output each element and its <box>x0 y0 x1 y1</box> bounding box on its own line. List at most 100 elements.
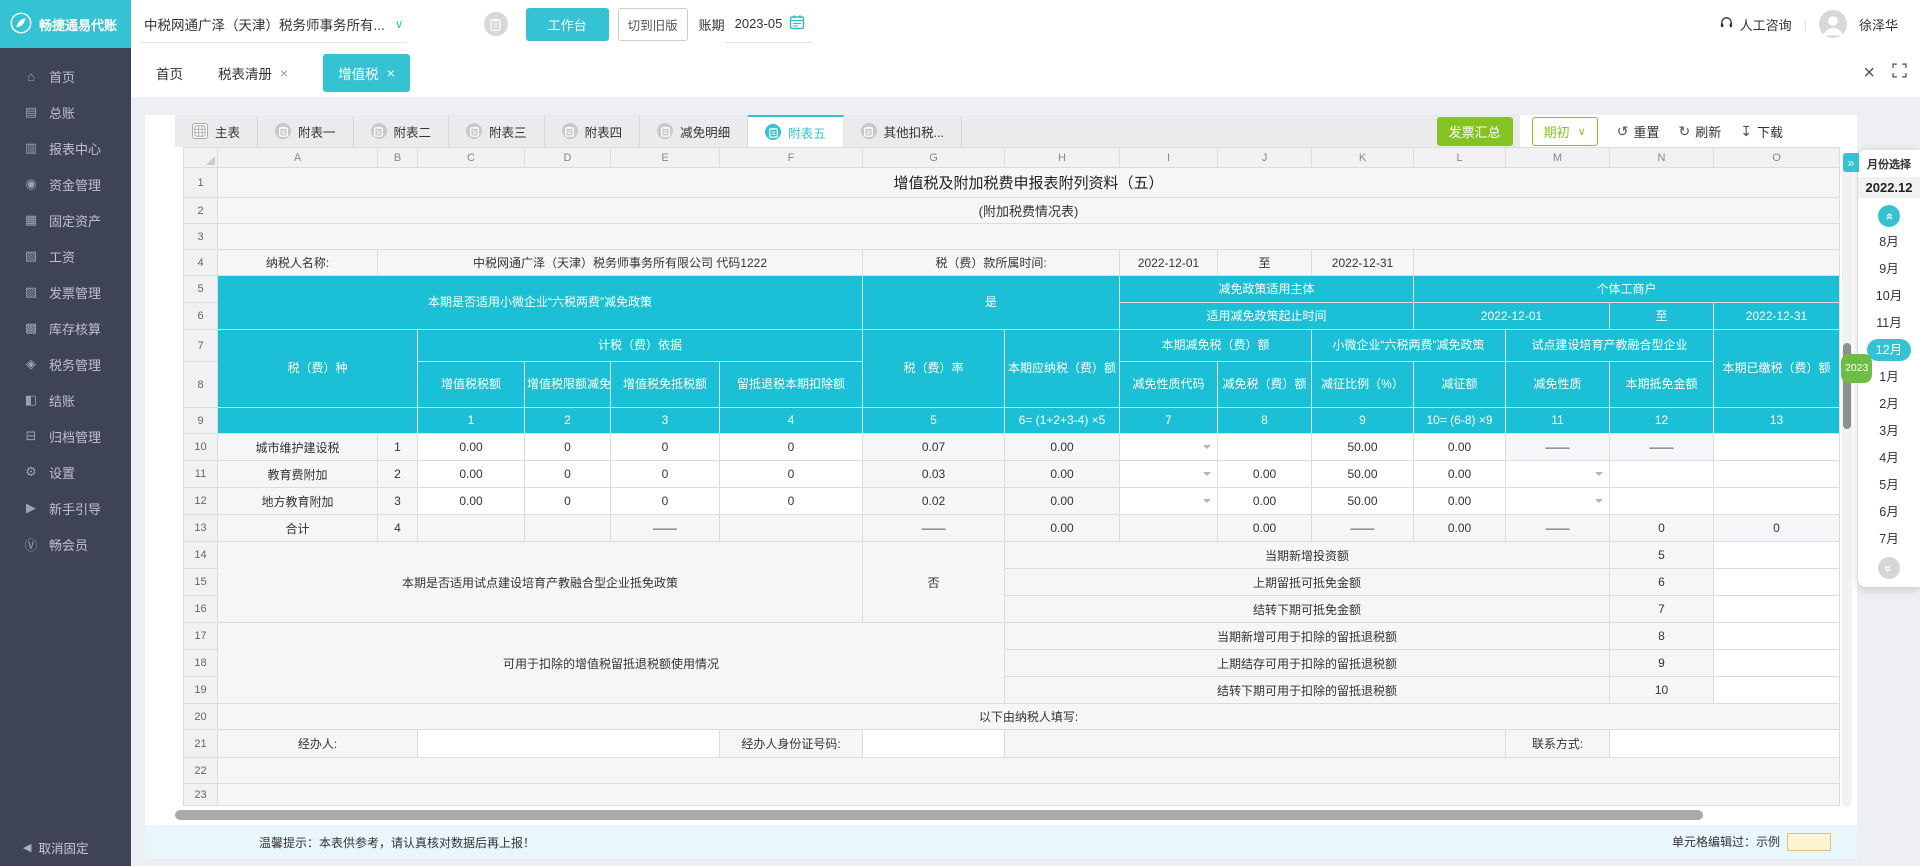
clipboard-button[interactable] <box>483 12 508 36</box>
cell[interactable]: 当期新增投资额 <box>1004 541 1610 569</box>
cell[interactable]: 0 <box>610 460 720 488</box>
cell[interactable]: 9 <box>1609 649 1714 677</box>
cell[interactable]: 0 <box>524 433 611 461</box>
cell[interactable] <box>1004 729 1506 758</box>
scroll-down-button[interactable]: » <box>1878 557 1900 579</box>
cell[interactable]: 0 <box>1713 514 1840 542</box>
column-header-O[interactable]: O <box>1713 147 1840 168</box>
reset-button[interactable]: ↺ 重置 <box>1617 122 1660 141</box>
avatar[interactable] <box>1818 10 1847 38</box>
sidebar-item-closing[interactable]: ◧ 结账 <box>0 382 131 418</box>
invoice-summary-button[interactable]: 发票汇总 <box>1436 116 1513 146</box>
cell[interactable] <box>217 757 1840 784</box>
month-item-10月[interactable]: 10月 <box>1858 283 1920 310</box>
cell[interactable]: 0 <box>524 460 611 488</box>
cell[interactable]: 0 <box>1609 514 1714 542</box>
cell[interactable]: 本期是否适用试点建设培育产教融合型企业抵免政策 <box>217 541 863 623</box>
column-header-I[interactable]: I <box>1119 147 1218 168</box>
cell[interactable] <box>1713 487 1840 515</box>
row-header-18[interactable]: 18 <box>183 649 218 677</box>
cell[interactable]: 经办人身份证号码: <box>719 729 863 758</box>
sidebar-item-guide[interactable]: ▶ 新手引导 <box>0 490 131 526</box>
month-item-7月[interactable]: 7月 <box>1858 526 1920 553</box>
panel-collapse-icon[interactable]: » <box>1843 153 1859 172</box>
cell[interactable] <box>1713 460 1840 488</box>
cell[interactable]: 0.00 <box>417 460 525 488</box>
switch-old-version-button[interactable]: 切到旧版 <box>617 7 688 41</box>
row-header-11[interactable]: 11 <box>183 460 218 488</box>
cell[interactable] <box>1119 514 1218 542</box>
column-header-M[interactable]: M <box>1505 147 1610 168</box>
cell[interactable]: 0 <box>719 460 863 488</box>
cell[interactable]: 0.00 <box>417 433 525 461</box>
cell[interactable]: —— <box>610 514 720 542</box>
sidebar-item-home[interactable]: ⌂ 首页 <box>0 58 131 94</box>
cell[interactable]: 3 <box>377 487 418 515</box>
sidebar-item-invoice[interactable]: ▨ 发票管理 <box>0 274 131 310</box>
row-header-8[interactable]: 8 <box>183 361 218 408</box>
cell[interactable]: 当期新增可用于扣除的留抵退税额 <box>1004 622 1610 650</box>
cell[interactable]: 0 <box>719 433 863 461</box>
cell[interactable] <box>1505 460 1610 488</box>
cell[interactable]: 结转下期可抵免金额 <box>1004 595 1610 623</box>
column-header-N[interactable]: N <box>1609 147 1714 168</box>
sidebar-item-archive[interactable]: ⊟ 归档管理 <box>0 418 131 454</box>
cell[interactable]: 6 <box>1609 568 1714 596</box>
cell[interactable]: 0.03 <box>862 460 1005 488</box>
month-item-9月[interactable]: 9月 <box>1858 256 1920 283</box>
month-item-11月[interactable]: 11月 <box>1858 310 1920 337</box>
cell[interactable]: 5 <box>1609 541 1714 569</box>
cell[interactable] <box>1609 487 1714 515</box>
cell[interactable]: 50.00 <box>1311 460 1414 488</box>
month-item-4月[interactable]: 4月 <box>1858 445 1920 472</box>
row-header-1[interactable]: 1 <box>183 167 218 198</box>
refresh-button[interactable]: ↻ 刷新 <box>1679 122 1722 141</box>
row-header-13[interactable]: 13 <box>183 514 218 542</box>
cell[interactable]: 50.00 <box>1311 433 1414 461</box>
cell[interactable] <box>1217 433 1312 461</box>
row-header-22[interactable]: 22 <box>183 757 218 784</box>
row-header-4[interactable]: 4 <box>183 249 218 276</box>
cell[interactable]: 7 <box>1609 595 1714 623</box>
cell[interactable]: 上期留抵可抵免金额 <box>1004 568 1610 596</box>
cell[interactable]: 4 <box>377 514 418 542</box>
cell[interactable]: —— <box>1505 514 1610 542</box>
horizontal-scrollbar[interactable] <box>175 809 1857 822</box>
cell[interactable]: 0.00 <box>1217 460 1312 488</box>
cell[interactable]: 结转下期可用于扣除的留抵退税额 <box>1004 676 1610 704</box>
cell[interactable]: 地方教育附加 <box>217 487 378 515</box>
column-header-B[interactable]: B <box>377 147 418 168</box>
initial-balance-dropdown[interactable]: 期初 ∨ <box>1531 116 1598 146</box>
cell[interactable] <box>1713 649 1840 677</box>
cell[interactable]: —— <box>1609 433 1714 461</box>
sidebar-item-assets[interactable]: ▦ 固定资产 <box>0 202 131 238</box>
column-header-K[interactable]: K <box>1311 147 1414 168</box>
sidebar-item-payroll[interactable]: ▧ 工资 <box>0 238 131 274</box>
month-item-1月[interactable]: 2023 1月 <box>1841 354 1920 391</box>
cell[interactable]: —— <box>1505 433 1610 461</box>
cell[interactable]: 2 <box>377 460 418 488</box>
cell[interactable] <box>1713 595 1840 623</box>
cell[interactable]: 0.02 <box>862 487 1005 515</box>
cell[interactable] <box>524 514 611 542</box>
column-header-G[interactable]: G <box>862 147 1005 168</box>
cell[interactable]: 0 <box>610 487 720 515</box>
support-link[interactable]: 人工咨询 <box>1719 15 1792 34</box>
sidebar-item-inventory[interactable]: ▩ 库存核算 <box>0 310 131 346</box>
cell[interactable]: 0 <box>719 487 863 515</box>
row-header-5[interactable]: 5 <box>183 275 218 303</box>
tab-税表清册[interactable]: 税表清册 × <box>218 63 288 83</box>
cell[interactable]: 0.00 <box>1413 514 1506 542</box>
cell[interactable]: 0.00 <box>1413 487 1506 515</box>
cell[interactable]: 0 <box>524 487 611 515</box>
sidebar-item-settings[interactable]: ⚙ 设置 <box>0 454 131 490</box>
cell[interactable]: 0.00 <box>417 487 525 515</box>
column-header-E[interactable]: E <box>610 147 720 168</box>
subtab-减免明细[interactable]: 减免明细 <box>640 115 749 147</box>
subtab-附表三[interactable]: 附表三 <box>449 115 545 147</box>
subtab-其他扣税...[interactable]: 其他扣税... <box>844 115 963 147</box>
column-header-D[interactable]: D <box>524 147 611 168</box>
cell[interactable]: 联系方式: <box>1505 729 1610 758</box>
sidebar-item-member[interactable]: Ⓥ 畅会员 <box>0 526 131 562</box>
cell[interactable]: 0.00 <box>1413 433 1506 461</box>
